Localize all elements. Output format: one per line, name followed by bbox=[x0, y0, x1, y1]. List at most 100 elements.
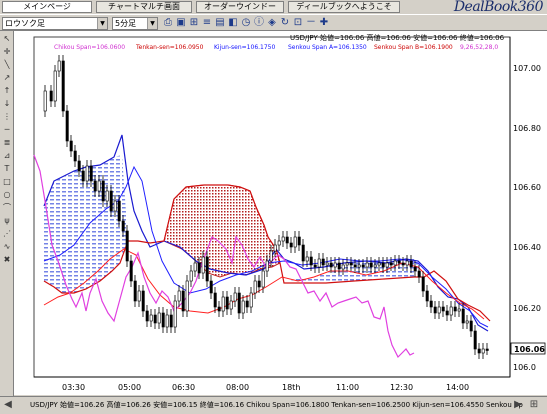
tab-order-window[interactable]: オーダーウインドー bbox=[196, 1, 284, 13]
fibonacci-icon[interactable]: ≣ bbox=[1, 137, 13, 148]
candle-body bbox=[189, 270, 193, 282]
candle-body bbox=[397, 260, 401, 264]
candle-body bbox=[337, 262, 341, 270]
arrow-down-icon[interactable]: ↓ bbox=[1, 98, 13, 109]
timeframe-select[interactable]: 5分足 ▼ bbox=[112, 17, 158, 30]
crosshair-icon[interactable]: ✛ bbox=[1, 46, 13, 57]
time-label: 08:00 bbox=[226, 383, 249, 392]
candle-body bbox=[289, 242, 293, 248]
candle-body bbox=[325, 262, 329, 266]
timeframe-value: 5分足 bbox=[115, 19, 137, 28]
price-label: 107.00 bbox=[513, 64, 541, 73]
gann-icon[interactable]: ⊿ bbox=[1, 150, 13, 161]
candle-body bbox=[197, 262, 201, 274]
candle-body bbox=[141, 290, 145, 312]
chart-type-select[interactable]: ロウソク足 ▼ bbox=[2, 17, 108, 30]
info-icon[interactable]: ⓘ bbox=[253, 17, 265, 29]
candlestick-series bbox=[43, 55, 489, 359]
candle-body bbox=[457, 308, 461, 312]
candle-body bbox=[389, 262, 393, 266]
pitchfork-icon[interactable]: ψ bbox=[1, 215, 13, 226]
expand-icon[interactable]: ⊞ bbox=[528, 399, 540, 411]
candle-body bbox=[73, 150, 77, 162]
candle-body bbox=[445, 310, 449, 316]
candle-body bbox=[161, 312, 165, 328]
print-icon[interactable]: ⎙ bbox=[162, 17, 174, 29]
speed-line-icon[interactable]: ⋰ bbox=[1, 228, 13, 239]
indicator-icon[interactable]: ≡ bbox=[201, 17, 213, 29]
properties-icon[interactable]: ◧ bbox=[227, 17, 239, 29]
alert-icon[interactable]: ◈ bbox=[266, 17, 278, 29]
candle-body bbox=[181, 290, 185, 312]
grid-icon[interactable]: ⊞ bbox=[188, 17, 200, 29]
candle-body bbox=[449, 306, 453, 316]
text-icon[interactable]: T bbox=[1, 163, 13, 174]
candle-body bbox=[145, 310, 149, 322]
candle-body bbox=[241, 300, 245, 314]
candle-body bbox=[53, 70, 57, 102]
candle-body bbox=[225, 296, 229, 310]
ellipse-icon[interactable]: ○ bbox=[1, 189, 13, 200]
candle-body bbox=[277, 240, 281, 246]
candle-body bbox=[221, 296, 225, 312]
candle-body bbox=[409, 260, 413, 268]
candle-body bbox=[333, 262, 337, 268]
cursor-icon[interactable]: ↖ bbox=[1, 33, 13, 44]
candle-body bbox=[43, 90, 47, 112]
trendline-icon[interactable]: ╲ bbox=[1, 59, 13, 70]
candle-body bbox=[193, 262, 197, 272]
candle-body bbox=[305, 256, 309, 262]
candle-body bbox=[309, 256, 313, 266]
scroll-right-icon[interactable]: ▶ bbox=[512, 399, 524, 411]
lock-icon[interactable]: ⊡ bbox=[292, 17, 304, 29]
settings-icon[interactable]: ▤ bbox=[214, 17, 226, 29]
candle-body bbox=[341, 264, 345, 270]
clock-icon[interactable]: ◷ bbox=[240, 17, 252, 29]
candle-body bbox=[261, 270, 265, 288]
candle-body bbox=[469, 320, 473, 332]
price-label: 106.60 bbox=[513, 183, 541, 192]
candle-body bbox=[249, 292, 253, 308]
cycle-icon[interactable]: ⌒ bbox=[1, 202, 13, 213]
candle-body bbox=[233, 292, 237, 302]
candle-body bbox=[365, 262, 369, 268]
candle-body bbox=[429, 300, 433, 308]
candle-body bbox=[381, 262, 385, 268]
candle-body bbox=[117, 200, 121, 222]
candle-body bbox=[353, 264, 357, 268]
horizontal-line-icon[interactable]: ─ bbox=[1, 124, 13, 135]
wave-icon[interactable]: ∿ bbox=[1, 241, 13, 252]
candle-body bbox=[77, 160, 81, 172]
candle-body bbox=[229, 300, 233, 310]
zoom-in-icon[interactable]: ✚ bbox=[318, 17, 330, 29]
scroll-left-icon[interactable]: ◀ bbox=[2, 399, 14, 411]
delete-icon[interactable]: ✖ bbox=[1, 254, 13, 265]
candle-body bbox=[473, 330, 477, 350]
candle-body bbox=[321, 258, 325, 266]
candle-body bbox=[65, 110, 69, 142]
time-label: 05:00 bbox=[118, 383, 141, 392]
price-chart[interactable]: USD/JPY 始値=106.06 高値=106.06 安値=106.06 終値… bbox=[14, 31, 547, 395]
rectangle-icon[interactable]: □ bbox=[1, 176, 13, 187]
time-label: 11:00 bbox=[336, 383, 359, 392]
candle-body bbox=[257, 280, 261, 288]
candle-body bbox=[133, 280, 137, 302]
candle-body bbox=[481, 348, 485, 354]
candle-body bbox=[185, 280, 189, 312]
tab-chart-multi[interactable]: チャートマルチ画面 bbox=[96, 1, 192, 13]
kumo-cloud-red bbox=[163, 184, 281, 278]
senkou-b-label: Senkou Span B=106.1900 bbox=[374, 44, 453, 51]
candle-body bbox=[377, 262, 381, 266]
candle-body bbox=[81, 170, 85, 182]
ray-icon[interactable]: ↗ bbox=[1, 72, 13, 83]
zoom-out-icon[interactable]: － bbox=[305, 17, 317, 29]
arrow-up-icon[interactable]: ↑ bbox=[1, 85, 13, 96]
channel-icon[interactable]: ⋮ bbox=[1, 111, 13, 122]
tab-main-page[interactable]: メインページ bbox=[2, 1, 92, 13]
candle-body bbox=[269, 250, 273, 262]
refresh-icon[interactable]: ↻ bbox=[279, 17, 291, 29]
tab-dealbook-welcome[interactable]: ディールブックへようこそ bbox=[288, 1, 400, 13]
save-icon[interactable]: ▣ bbox=[175, 17, 187, 29]
candle-body bbox=[385, 262, 389, 268]
candle-body bbox=[57, 60, 61, 72]
